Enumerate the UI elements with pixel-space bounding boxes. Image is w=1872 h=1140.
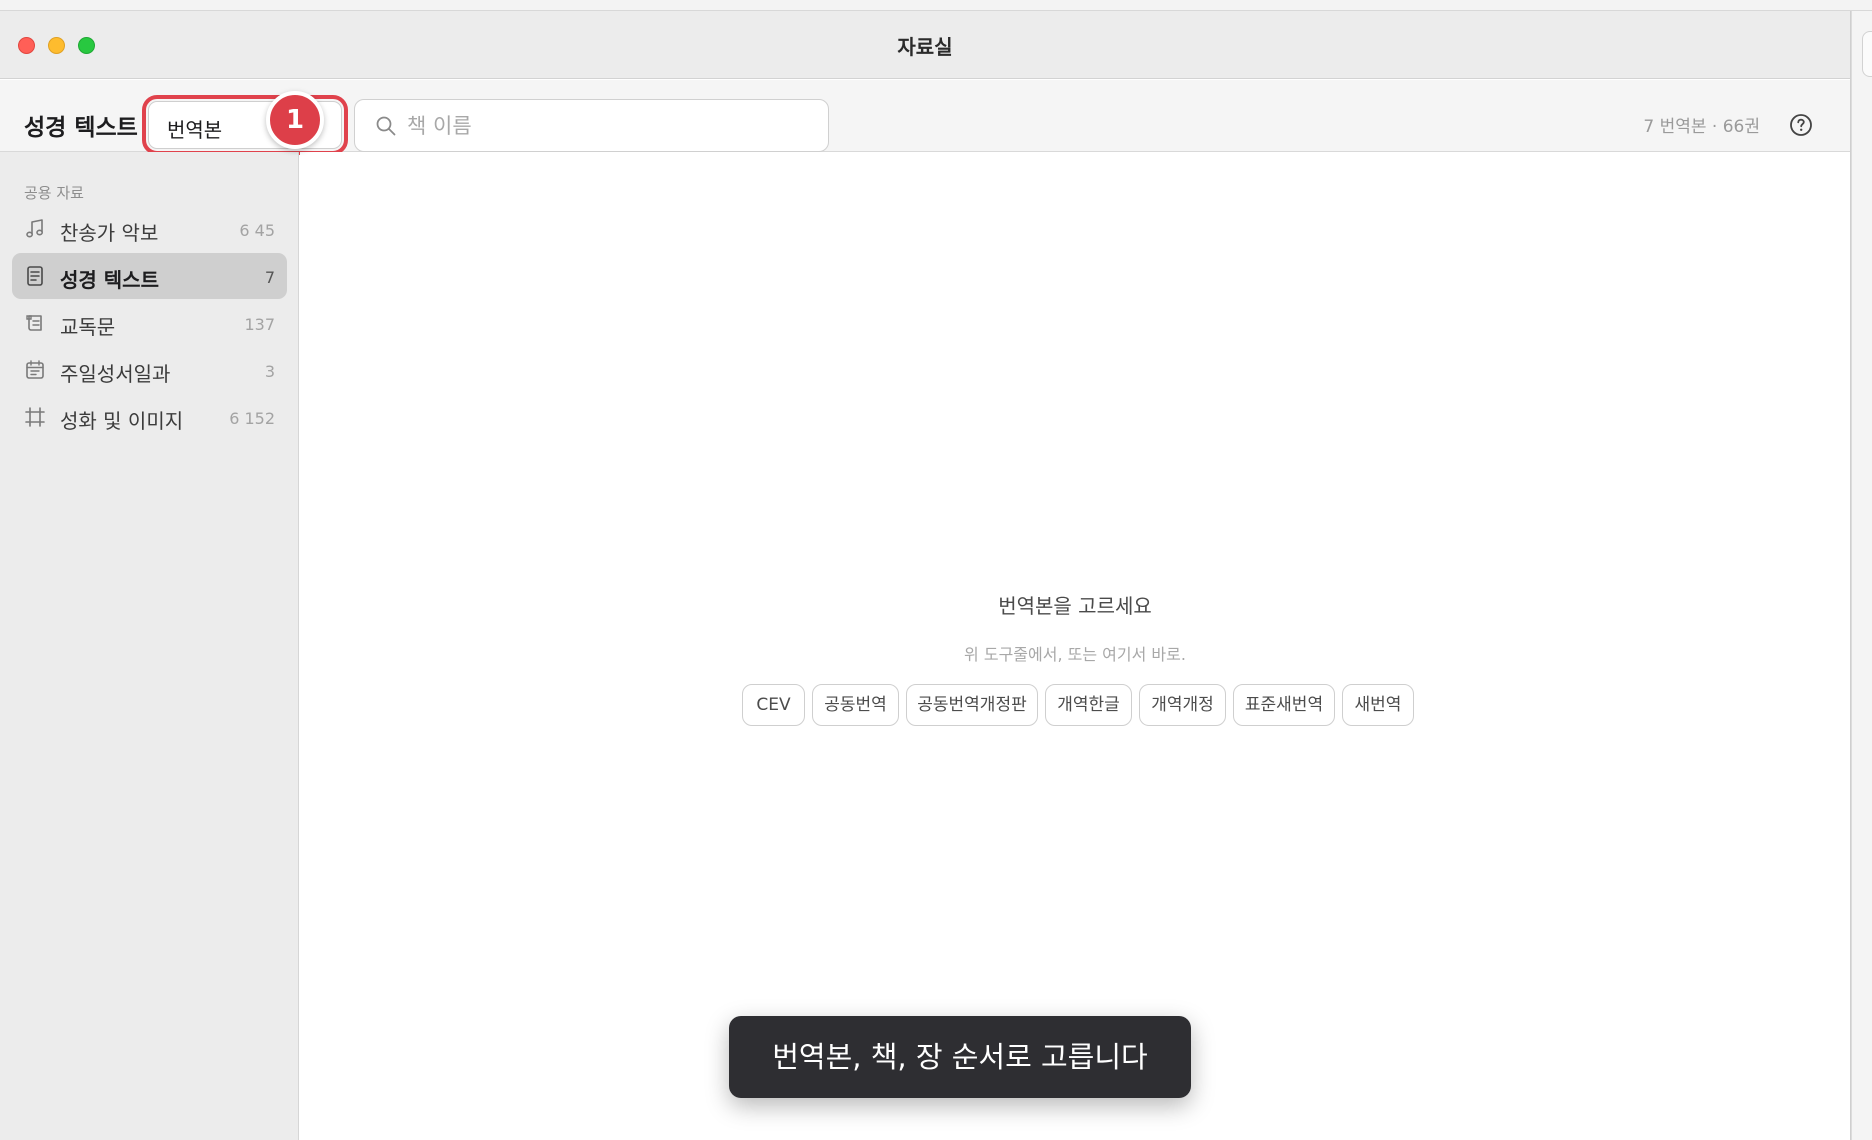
scroll-icon [26, 315, 42, 331]
library-window: 자료실 성경 텍스트 번역본 1 7 번역본 · 66권 공용 자료 [0, 11, 1851, 1140]
calendar-icon [26, 360, 44, 379]
translation-chip[interactable]: CEV [742, 684, 805, 726]
book-search-box[interactable] [354, 99, 829, 152]
sidebar-item-count: 6 45 [239, 221, 275, 240]
sidebar-section-header: 공용 자료 [24, 184, 84, 202]
search-icon [376, 116, 396, 136]
sidebar-item-sacred-images[interactable]: 성화 및 이미지 6 152 [12, 394, 287, 440]
translation-chip[interactable]: 공동번역 [812, 684, 899, 726]
title-bar: 자료실 [0, 11, 1850, 79]
translation-chip[interactable]: 공동번역개정판 [906, 684, 1038, 726]
help-icon[interactable] [1789, 113, 1813, 137]
translation-select-value: 번역본 [167, 118, 223, 142]
main-content: 번역본을 고르세요 위 도구줄에서, 또는 여기서 바로. CEV 공동번역 공… [300, 152, 1850, 1140]
sidebar-item-label: 찬송가 악보 [60, 221, 159, 245]
window-title: 자료실 [897, 35, 953, 59]
sidebar-item-count: 6 152 [229, 409, 275, 428]
document-icon [27, 266, 43, 286]
sidebar-item-count: 7 [264, 268, 275, 287]
translation-chip[interactable]: 새번역 [1342, 684, 1414, 726]
sidebar-item-label: 주일성서일과 [60, 362, 171, 386]
frame-icon [25, 407, 45, 427]
step-badge: 1 [266, 91, 324, 149]
adjacent-window-tab [1862, 31, 1872, 77]
book-search-input[interactable] [407, 111, 807, 141]
section-title: 성경 텍스트 [24, 115, 138, 141]
sidebar-item-count: 137 [244, 315, 275, 334]
empty-state-title: 번역본을 고르세요 [998, 594, 1152, 618]
translation-select[interactable]: 번역본 1 [142, 91, 348, 155]
sidebar-item-hymn-scores[interactable]: 찬송가 악보 6 45 [12, 206, 287, 252]
sidebar-item-label: 성경 텍스트 [60, 268, 159, 292]
toolbar: 성경 텍스트 번역본 1 7 번역본 · 66권 [0, 80, 1850, 155]
sidebar-item-label: 성화 및 이미지 [60, 409, 184, 433]
sidebar-item-responsive-readings[interactable]: 교독문 137 [12, 300, 287, 346]
translation-chip-list: CEV 공동번역 공동번역개정판 개역한글 개역개정 표준새번역 새번역 [742, 684, 1414, 726]
sidebar-item-label: 교독문 [60, 315, 116, 339]
empty-state-subtitle: 위 도구줄에서, 또는 여기서 바로. [964, 645, 1186, 664]
sidebar: 공용 자료 찬송가 악보 6 45 성경 텍스트 7 교독문 137 주일성서일… [0, 152, 299, 1140]
sidebar-item-lectionary[interactable]: 주일성서일과 3 [12, 347, 287, 393]
translation-chip[interactable]: 표준새번역 [1233, 684, 1335, 726]
library-summary: 7 번역본 · 66권 [1643, 117, 1760, 137]
translation-chip[interactable]: 개역개정 [1139, 684, 1226, 726]
sidebar-item-bible-text[interactable]: 성경 텍스트 7 [12, 253, 287, 299]
desktop-top-strip [0, 0, 1872, 11]
adjacent-window-edge [1851, 11, 1872, 1140]
music-note-icon [26, 219, 43, 238]
hint-toast: 번역본, 책, 장 순서로 고릅니다 [729, 1016, 1191, 1098]
translation-chip[interactable]: 개역한글 [1045, 684, 1132, 726]
sidebar-item-count: 3 [264, 362, 275, 381]
